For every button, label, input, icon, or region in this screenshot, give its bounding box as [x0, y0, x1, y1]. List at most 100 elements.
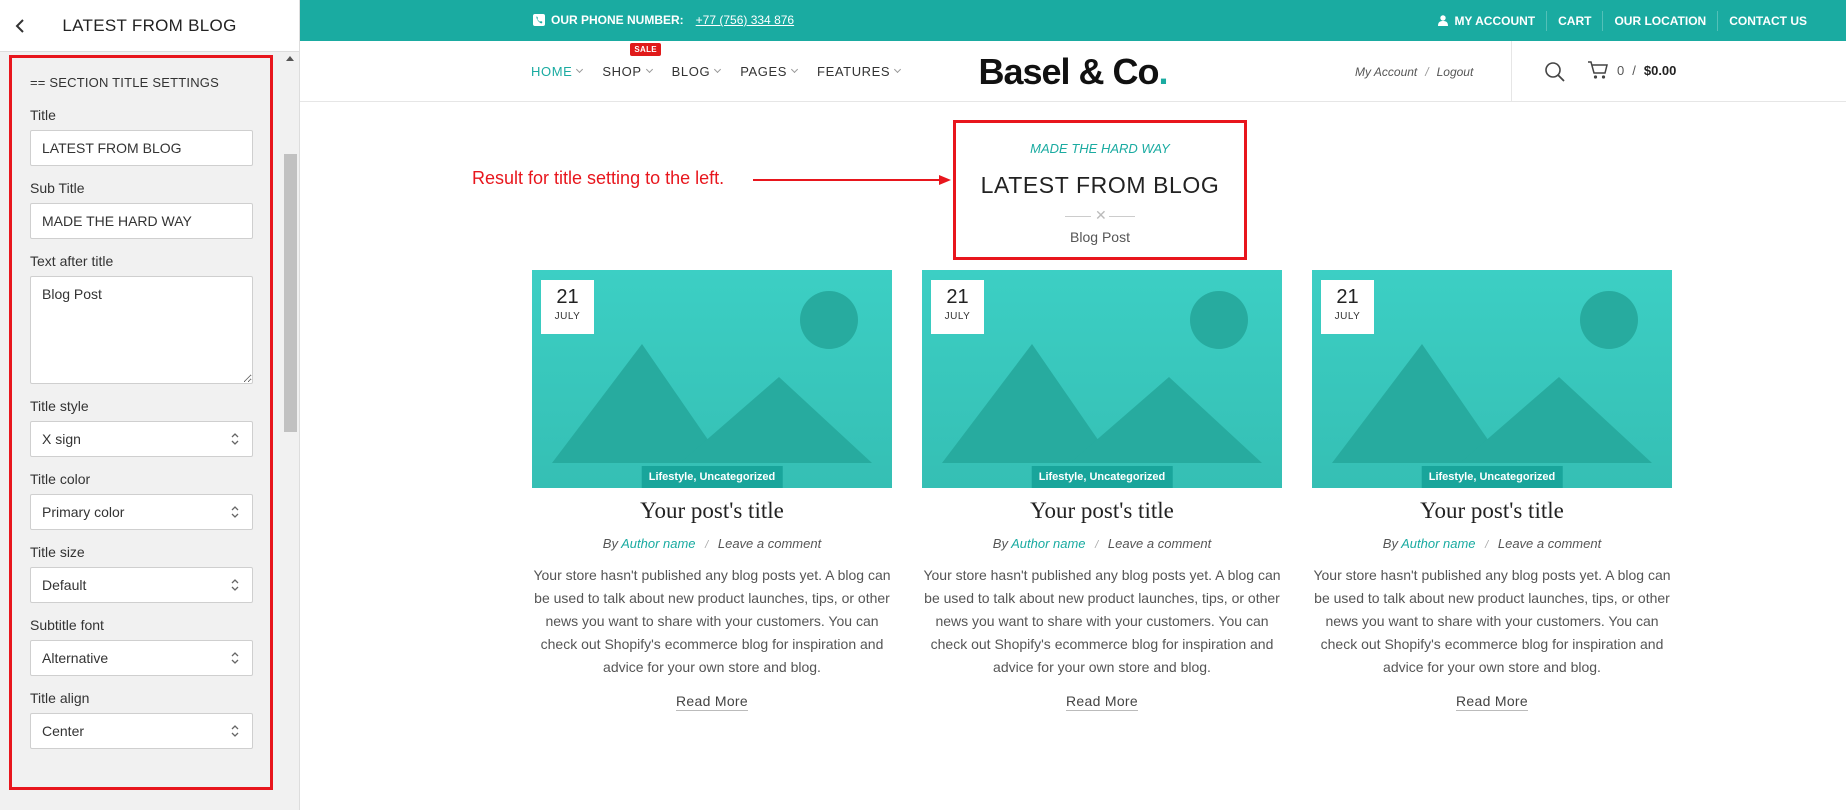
chevron-down-icon	[790, 65, 799, 74]
read-more-link[interactable]: Read More	[1066, 693, 1138, 711]
title-style-select[interactable]: X sign	[30, 421, 253, 457]
chevron-down-icon	[894, 65, 902, 74]
nav-item-blog[interactable]: BLOG	[671, 64, 722, 79]
back-button[interactable]	[0, 0, 40, 52]
scroll-up-arrow-icon[interactable]	[286, 56, 294, 61]
blog-post-card: 21 JULY Lifestyle, Uncategorized Your po…	[922, 270, 1282, 711]
account-links: My Account / Logout	[1355, 41, 1473, 102]
nav-item-features[interactable]: FEATURES	[817, 64, 902, 79]
phone-label: OUR PHONE NUMBER:	[551, 13, 684, 27]
subtitle-font-select[interactable]: Alternative	[30, 640, 253, 676]
section-title-block: MADE THE HARD WAY LATEST FROM BLOG ✕ Blo…	[953, 120, 1247, 260]
leave-comment-link[interactable]: Leave a comment	[718, 536, 821, 551]
main-nav: HOME SALE SHOP BLOG PAGES FEATURES	[531, 41, 902, 102]
blog-posts: 21 JULY Lifestyle, Uncategorized Your po…	[532, 270, 1672, 711]
post-by: By	[1382, 536, 1398, 551]
title-style-label: Title style	[30, 398, 89, 414]
chevron-down-icon	[576, 65, 584, 74]
back-chevron-icon	[15, 18, 24, 33]
title-size-value: Default	[42, 577, 87, 593]
site-preview: OUR PHONE NUMBER: +77 (756) 334 876 MY A…	[300, 0, 1846, 810]
site-header: Basel & Co. HOME SALE SHOP BLOG PAGES FEA…	[300, 41, 1846, 102]
chevron-down-icon	[714, 65, 722, 74]
title-style-value: X sign	[42, 431, 81, 447]
post-title[interactable]: Your post's title	[532, 498, 892, 524]
nav-pages-label: PAGES	[740, 64, 788, 79]
read-more-link[interactable]: Read More	[676, 693, 748, 711]
my-account-link[interactable]: MY ACCOUNT	[1427, 11, 1546, 31]
post-categories[interactable]: Lifestyle, Uncategorized	[641, 466, 783, 488]
cart-separator: /	[1632, 62, 1636, 78]
post-categories[interactable]: Lifestyle, Uncategorized	[1421, 466, 1563, 488]
post-thumbnail[interactable]: 21 JULY Lifestyle, Uncategorized	[1312, 270, 1672, 488]
post-author-link[interactable]: Author name	[1011, 536, 1085, 551]
search-icon[interactable]	[1544, 61, 1566, 83]
nav-shop-label: SHOP	[602, 64, 642, 79]
post-author-link[interactable]: Author name	[621, 536, 695, 551]
post-author-link[interactable]: Author name	[1401, 536, 1475, 551]
text-after-title-label: Text after title	[30, 253, 114, 269]
post-excerpt: Your store hasn't published any blog pos…	[1313, 567, 1671, 675]
annotation-text: Result for title setting to the left.	[472, 168, 725, 188]
logo-dot: .	[1158, 51, 1169, 92]
cart-link[interactable]: CART	[1546, 10, 1602, 31]
nav-item-shop[interactable]: SALE SHOP	[602, 43, 661, 79]
user-icon	[1438, 15, 1449, 26]
panel-header: LATEST FROM BLOG	[0, 0, 299, 52]
select-arrows-icon	[231, 725, 239, 737]
leave-comment-link[interactable]: Leave a comment	[1498, 536, 1601, 551]
post-month: JULY	[944, 311, 971, 322]
nav-blog-label: BLOG	[671, 64, 711, 79]
post-title[interactable]: Your post's title	[1312, 498, 1672, 524]
annotation-arrow	[753, 175, 951, 185]
post-day: 21	[946, 286, 969, 308]
post-thumbnail[interactable]: 21 JULY Lifestyle, Uncategorized	[922, 270, 1282, 488]
nav-item-home[interactable]: HOME	[531, 64, 584, 79]
my-account-label: MY ACCOUNT	[1454, 13, 1536, 28]
logo-text: Basel & Co	[978, 51, 1159, 92]
post-meta: By Author name / Leave a comment	[532, 536, 892, 551]
nav-home-label: HOME	[531, 64, 573, 79]
leave-comment-link[interactable]: Leave a comment	[1108, 536, 1211, 551]
read-more-link[interactable]: Read More	[1456, 693, 1528, 711]
text-after-title-textarea[interactable]: Blog Post	[30, 276, 253, 384]
subtitle-font-label: Subtitle font	[30, 617, 104, 633]
title-align-value: Center	[42, 723, 85, 739]
section-title: LATEST FROM BLOG	[980, 172, 1220, 198]
meta-separator: /	[705, 539, 709, 551]
our-location-link[interactable]: OUR LOCATION	[1602, 10, 1717, 31]
post-thumbnail[interactable]: 21 JULY Lifestyle, Uncategorized	[532, 270, 892, 488]
title-align-select[interactable]: Center	[30, 713, 253, 749]
header-divider	[1511, 41, 1512, 102]
sub-title-input[interactable]	[30, 203, 253, 239]
title-input[interactable]	[30, 130, 253, 166]
phone-number-link[interactable]: +77 (756) 334 876	[696, 13, 794, 27]
nav-item-pages[interactable]: PAGES	[740, 64, 799, 79]
post-month: JULY	[554, 311, 581, 322]
sub-title-label: Sub Title	[30, 180, 85, 196]
top-links: MY ACCOUNT CART OUR LOCATION CONTACT US	[1427, 0, 1818, 41]
post-meta: By Author name / Leave a comment	[922, 536, 1282, 551]
my-account-header-link[interactable]: My Account	[1355, 65, 1417, 79]
title-color-value: Primary color	[42, 504, 125, 520]
logout-link[interactable]: Logout	[1437, 65, 1474, 79]
title-size-label: Title size	[30, 544, 85, 560]
post-excerpt: Your store hasn't published any blog pos…	[923, 567, 1281, 675]
post-categories[interactable]: Lifestyle, Uncategorized	[1031, 466, 1173, 488]
post-by: By	[602, 536, 618, 551]
panel-title: LATEST FROM BLOG	[62, 15, 237, 35]
select-arrows-icon	[231, 433, 239, 445]
post-title[interactable]: Your post's title	[922, 498, 1282, 524]
account-separator: /	[1425, 64, 1429, 79]
scroll-thumb[interactable]	[284, 154, 297, 432]
title-color-select[interactable]: Primary color	[30, 494, 253, 530]
cart-icon	[1588, 61, 1608, 79]
post-day: 21	[1336, 286, 1359, 308]
contact-us-link[interactable]: CONTACT US	[1717, 10, 1818, 31]
panel-scrollbar[interactable]	[283, 54, 298, 810]
select-arrows-icon	[231, 579, 239, 591]
title-size-select[interactable]: Default	[30, 567, 253, 603]
post-excerpt: Your store hasn't published any blog pos…	[533, 567, 891, 675]
header-cart[interactable]: 0 / $0.00	[1587, 60, 1676, 80]
subtitle-font-value: Alternative	[42, 650, 109, 666]
